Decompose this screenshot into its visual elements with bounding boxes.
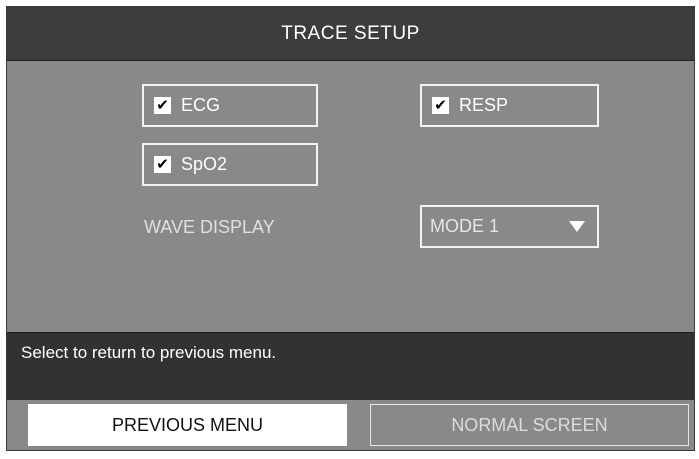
ecg-check-icon: ✔ — [154, 97, 171, 114]
resp-checkbox[interactable]: ✔ RESP — [420, 84, 599, 127]
wave-display-label: WAVE DISPLAY — [144, 217, 275, 237]
triangle-down-icon — [569, 221, 585, 232]
normal-screen-button[interactable]: NORMAL SCREEN — [370, 404, 689, 446]
help-text-panel: Select to return to previous menu. — [7, 332, 694, 400]
previous-menu-button[interactable]: PREVIOUS MENU — [28, 404, 347, 446]
help-text: Select to return to previous menu. — [21, 343, 277, 362]
monitor-screen: TRACE SETUP ✔ ECG ✔ RESP ✔ SpO2 WAVE DIS… — [0, 0, 699, 459]
spo2-checkbox[interactable]: ✔ SpO2 — [142, 143, 318, 186]
dialog-title: TRACE SETUP — [7, 7, 694, 61]
bottom-button-bar: PREVIOUS MENU NORMAL SCREEN — [7, 401, 694, 450]
spo2-check-icon: ✔ — [154, 156, 171, 173]
resp-check-icon: ✔ — [432, 97, 449, 114]
wave-display-value: MODE 1 — [430, 216, 500, 236]
ecg-checkbox[interactable]: ✔ ECG — [142, 84, 318, 127]
trace-setup-dialog: TRACE SETUP ✔ ECG ✔ RESP ✔ SpO2 WAVE DIS… — [6, 6, 695, 451]
spo2-label: SpO2 — [181, 154, 228, 174]
ecg-label: ECG — [181, 95, 221, 115]
resp-label: RESP — [459, 95, 509, 115]
wave-display-select[interactable]: MODE 1 — [420, 205, 599, 248]
